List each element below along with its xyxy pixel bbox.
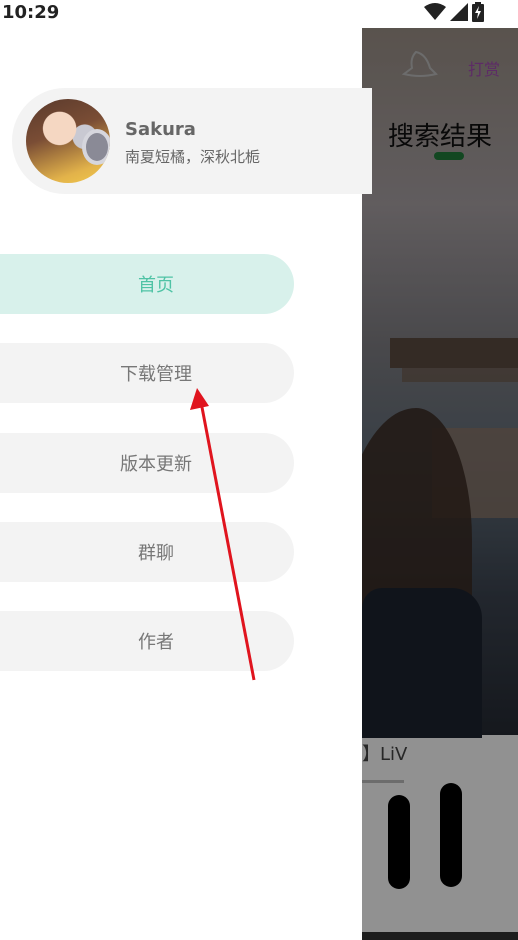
menu-item-home[interactable]: 首页	[0, 254, 294, 314]
menu-item-group-chat[interactable]: 群聊	[0, 522, 294, 582]
status-time: 10:29	[2, 2, 60, 23]
user-motto: 南夏短橘，深秋北栀	[125, 148, 261, 166]
battery-charging-icon	[472, 2, 484, 22]
status-bar: 10:29	[0, 0, 518, 28]
profile-card[interactable]: Sakura 南夏短橘，深秋北栀	[12, 88, 372, 194]
menu-item-label: 作者	[138, 632, 174, 653]
menu-item-label: 群聊	[138, 543, 174, 564]
signal-icon	[450, 3, 468, 21]
menu-item-label: 下载管理	[120, 364, 192, 385]
menu-item-label: 首页	[138, 275, 174, 296]
drawer-scrim[interactable]	[362, 28, 518, 940]
user-name: Sakura	[125, 119, 196, 140]
status-icons	[424, 2, 484, 22]
menu-item-update[interactable]: 版本更新	[0, 433, 294, 493]
avatar[interactable]	[26, 99, 110, 183]
menu-item-author[interactable]: 作者	[0, 611, 294, 671]
menu-item-downloads[interactable]: 下载管理	[0, 343, 294, 403]
navigation-drawer: Sakura 南夏短橘，深秋北栀 首页 下载管理 版本更新 群聊 作者	[0, 28, 372, 940]
menu-item-label: 版本更新	[120, 454, 192, 475]
wifi-icon	[424, 3, 446, 20]
